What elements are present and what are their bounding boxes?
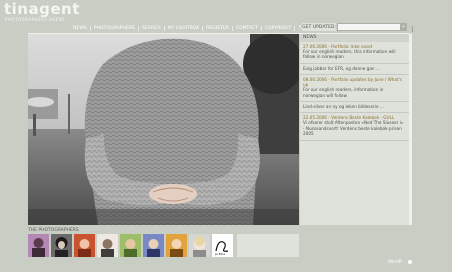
photographer-thumb[interactable] xyxy=(120,234,141,257)
news-item-text: Evig jobber for EFR, og denne gan ... xyxy=(303,65,380,71)
featured-photo[interactable] xyxy=(28,34,299,225)
nav-contact[interactable]: CONTACT xyxy=(233,25,262,31)
photographer-thumb[interactable] xyxy=(97,234,118,257)
news-item[interactable]: 27.06.2006 - Portfolio: ikke savet For o… xyxy=(300,42,409,64)
news-item-text: Vi ofserer stolt Aftenposten «Ned The Sl… xyxy=(303,120,404,137)
photographers-strip: Jo Elna xyxy=(28,234,233,257)
footer-credit[interactable]: Mindfl xyxy=(388,260,402,265)
news-item-date[interactable]: 08.06.2006 - Portfolio updates by June /… xyxy=(303,77,406,87)
photographer-thumb[interactable] xyxy=(28,234,49,257)
nav-photographers[interactable]: PHOTOGRAPHERS xyxy=(91,25,140,31)
news-item-text: Lind-silver an ny og leken bildeserie ..… xyxy=(303,104,384,110)
photographers-strip-end xyxy=(237,234,299,257)
nav-news[interactable]: NEWS xyxy=(70,25,91,31)
news-panel: NEWS 27.06.2006 - Portfolio: ikke savet … xyxy=(300,34,409,225)
news-item-text: For our english readers, information in … xyxy=(303,87,384,98)
get-updated-label: GET UPDATED: xyxy=(302,23,336,31)
news-item[interactable]: Evig jobber for EFR, og denne gan ... xyxy=(300,64,409,76)
logo[interactable]: tinagent xyxy=(4,0,80,18)
featured-photo-image xyxy=(28,34,299,225)
jo-elna-label: Jo Elna xyxy=(214,252,225,256)
nav-search[interactable]: SEARCH xyxy=(139,25,165,31)
news-item[interactable]: 22.05.2006 - Verdens Beste Kalebok - GUL… xyxy=(300,113,409,141)
news-empty-area xyxy=(300,141,409,181)
newsletter-go-button[interactable]: » xyxy=(400,23,407,31)
main-nav: NEWS PHOTOGRAPHERS SEARCH MY LIGHTBOX RE… xyxy=(70,24,331,32)
news-scrollbar[interactable] xyxy=(409,34,412,225)
news-item-text: For our english readers, this informatio… xyxy=(303,49,396,60)
logo-tagline: PHOTOGRAPHERS AGENT xyxy=(5,17,66,22)
nav-copyright[interactable]: COPYRIGHT xyxy=(262,25,296,31)
photographers-title: THE PHOTOGRAPHERS xyxy=(28,228,79,233)
photographer-thumb[interactable] xyxy=(166,234,187,257)
news-title: NEWS xyxy=(300,34,409,42)
nav-register[interactable]: REGISTER xyxy=(203,25,233,31)
footer-dot-icon xyxy=(408,260,412,264)
news-item[interactable]: 08.06.2006 - Portfolio updates by June /… xyxy=(300,75,409,103)
photographer-thumb[interactable] xyxy=(74,234,95,257)
news-item[interactable]: Lind-silver an ny og leken bildeserie ..… xyxy=(300,102,409,114)
photographer-thumb[interactable] xyxy=(189,234,210,257)
nav-my-lightbox[interactable]: MY LIGHTBOX xyxy=(165,25,204,31)
newsletter-email-input[interactable] xyxy=(337,23,401,31)
photographer-thumb-jo-elna[interactable]: Jo Elna xyxy=(212,234,233,257)
photographer-thumb[interactable] xyxy=(143,234,164,257)
photographer-thumb[interactable] xyxy=(51,234,72,257)
header-divider xyxy=(412,26,413,32)
